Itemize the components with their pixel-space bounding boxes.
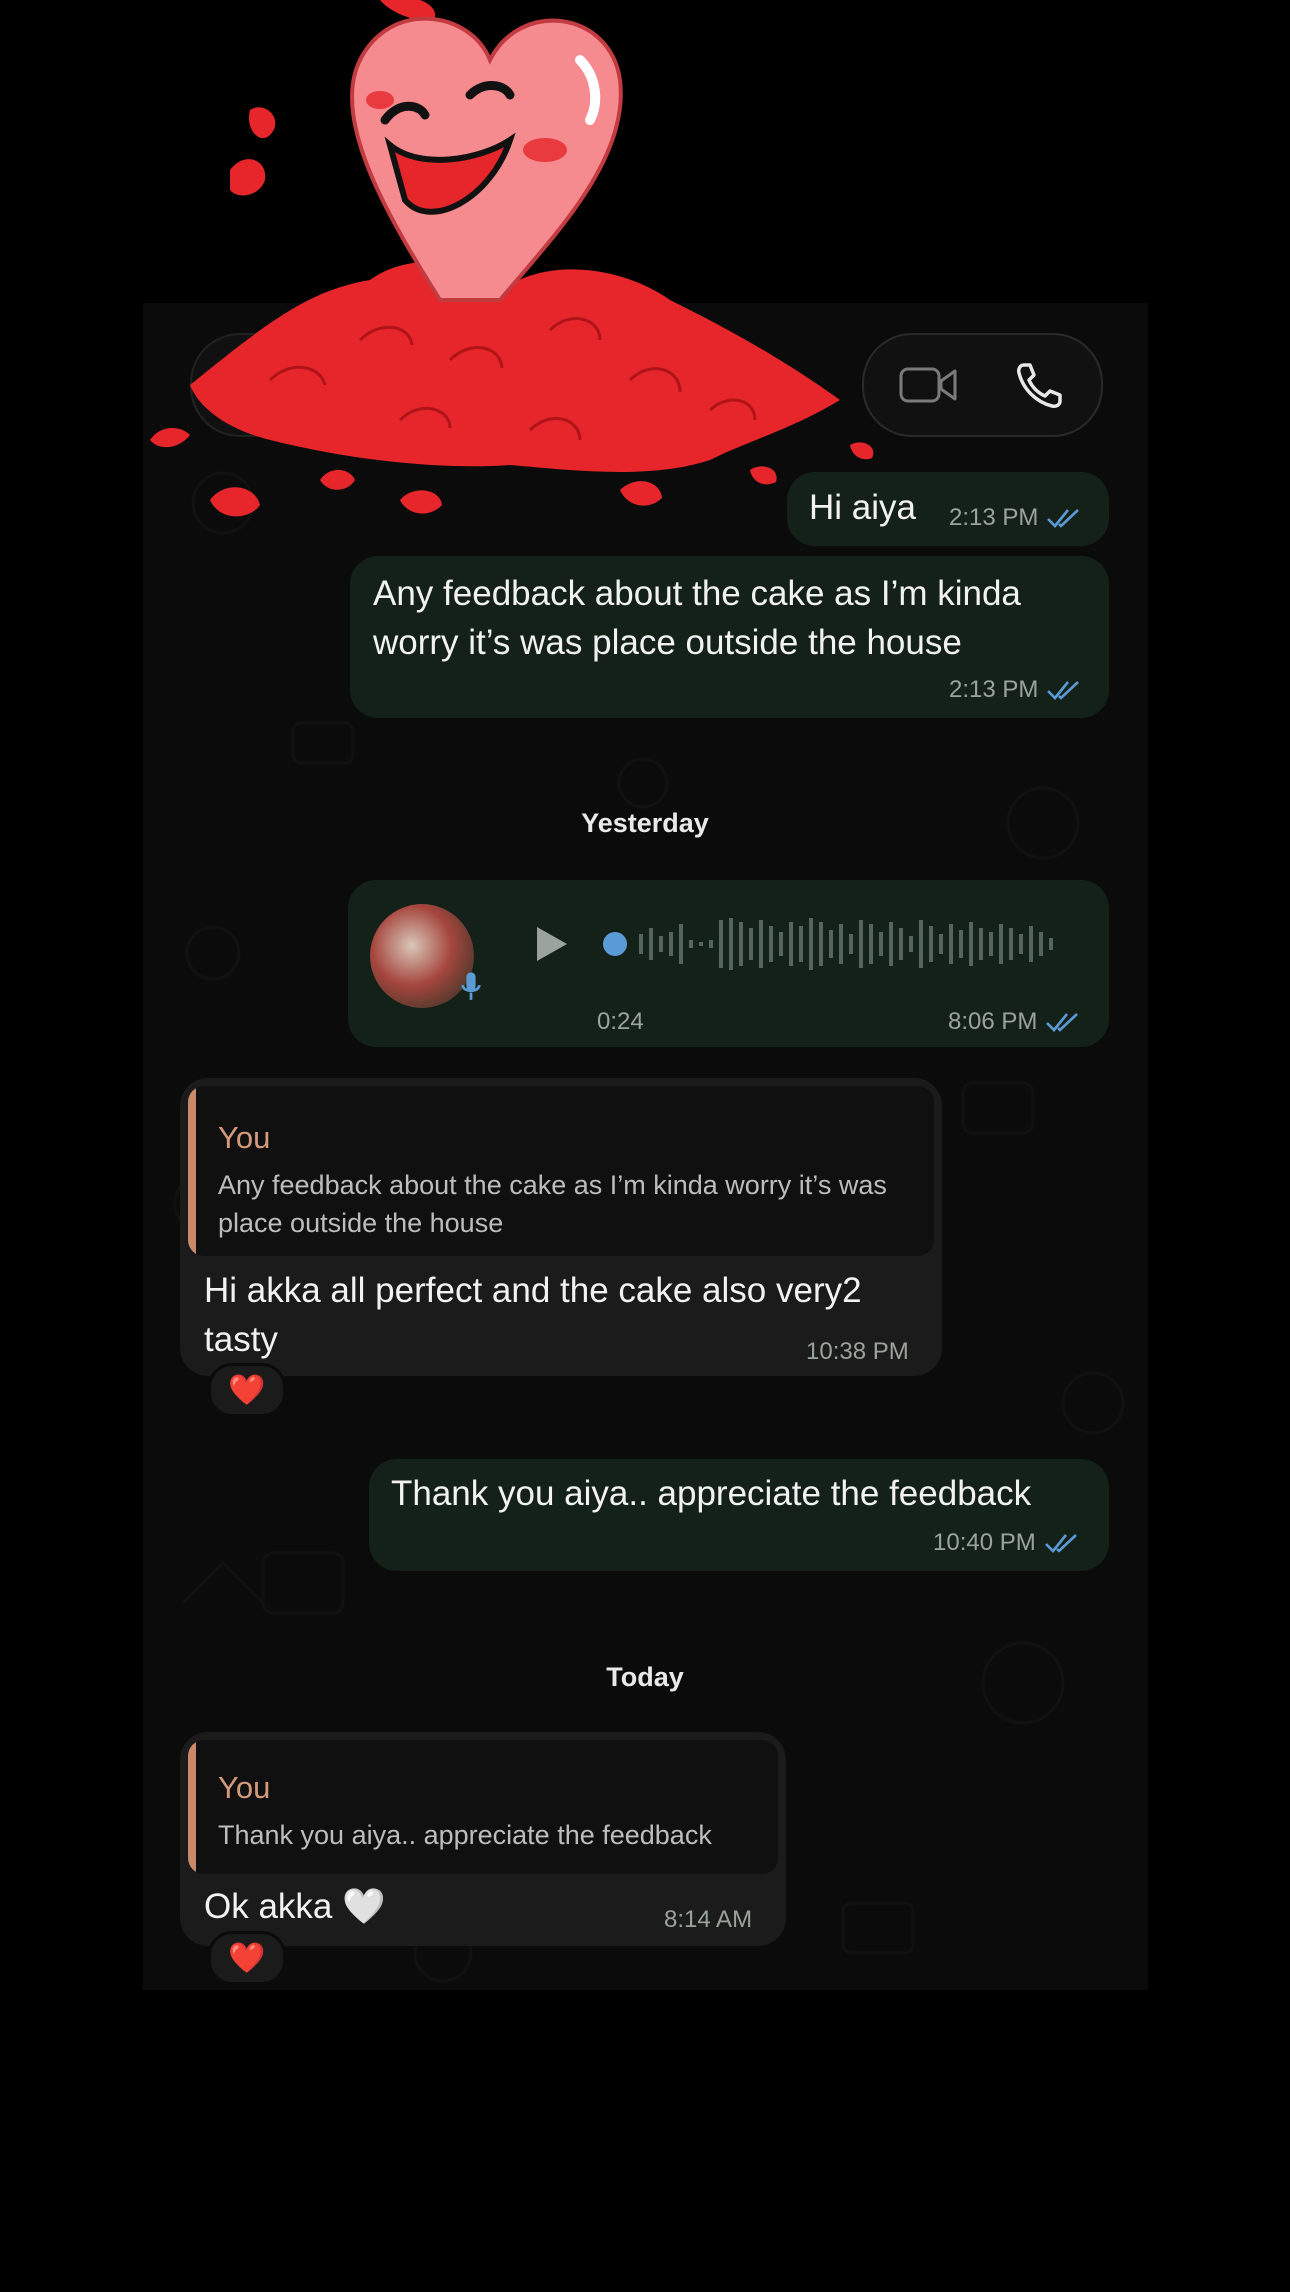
mic-icon (461, 972, 481, 1000)
double-tick-icon (1047, 509, 1080, 528)
message-meta: 2:13 PM (949, 676, 1080, 704)
voice-note-avatar (370, 904, 474, 1008)
double-tick-icon (1046, 1013, 1079, 1032)
quote-accent-bar (188, 1086, 196, 1256)
message-meta: 10:40 PM (933, 1529, 1078, 1557)
message-time: 2:13 PM (949, 676, 1039, 703)
message-meta: 8:06 PM (948, 1008, 1079, 1036)
message-time: 8:14 AM (664, 1906, 753, 1933)
message-bubble-thank-you[interactable]: Thank you aiya.. appreciate the feedback… (369, 1459, 1109, 1571)
message-meta: 2:13 PM (949, 504, 1080, 532)
quote-accent-bar (188, 1740, 196, 1874)
voice-note-bubble[interactable]: 0:24 8:06 PM (348, 880, 1109, 1047)
message-bubble-reply-cake[interactable]: You Any feedback about the cake as I’m k… (180, 1078, 942, 1376)
message-text: Thank you aiya.. appreciate the feedback (391, 1474, 1032, 1513)
quote-text: Thank you aiya.. appreciate the feedback (218, 1820, 712, 1850)
play-icon[interactable] (531, 924, 571, 964)
phone-call-icon[interactable] (1014, 361, 1064, 411)
voice-note-duration: 0:24 (597, 1008, 644, 1035)
quote-author: You (218, 1770, 271, 1805)
date-divider-today: Today (606, 1662, 684, 1692)
call-actions (862, 333, 1103, 437)
message-reaction[interactable]: ❤️ (208, 1363, 286, 1417)
message-time: 10:38 PM (806, 1338, 909, 1365)
message-text: Any feedback about the cake as I’m kinda… (373, 574, 1021, 662)
quote-text: Any feedback about the cake as I’m kinda… (218, 1170, 887, 1238)
voice-waveform[interactable] (603, 914, 1073, 974)
message-time: 8:06 PM (948, 1008, 1038, 1035)
heart-sticker (150, 0, 874, 517)
double-tick-icon (1047, 681, 1080, 700)
quote-author: You (218, 1120, 271, 1155)
message-text: Ok akka 🤍 (204, 1887, 386, 1926)
quoted-message[interactable]: You Any feedback about the cake as I’m k… (188, 1086, 934, 1256)
message-time: 2:13 PM (949, 504, 1039, 531)
date-divider-yesterday: Yesterday (581, 808, 709, 838)
double-tick-icon (1044, 1534, 1077, 1553)
quoted-message[interactable]: You Thank you aiya.. appreciate the feed… (188, 1740, 778, 1874)
message-bubble-ok-akka[interactable]: You Thank you aiya.. appreciate the feed… (180, 1732, 786, 1946)
message-reaction[interactable]: ❤️ (208, 1931, 286, 1985)
message-bubble-feedback[interactable]: Any feedback about the cake as I’m kinda… (350, 556, 1109, 718)
message-time: 10:40 PM (933, 1529, 1036, 1556)
video-call-icon[interactable] (899, 363, 959, 407)
